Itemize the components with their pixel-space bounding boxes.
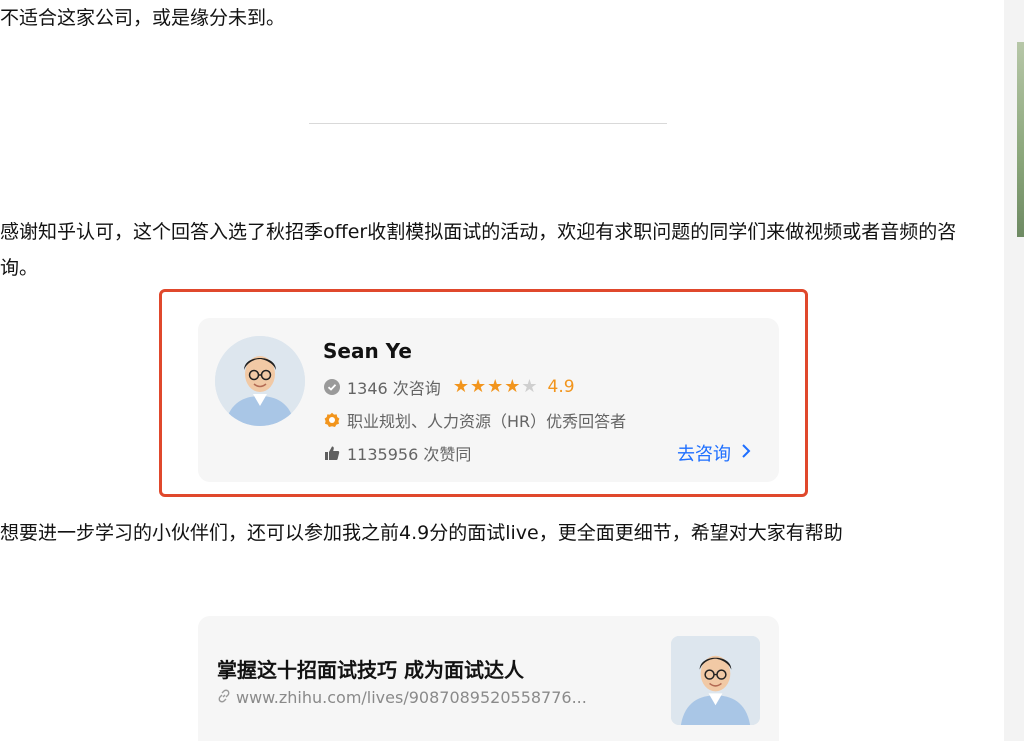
avatar[interactable] [215,336,305,426]
badge-icon [323,411,341,429]
live-link-card[interactable]: 掌握这十招面试技巧 成为面试达人 www.zhihu.com/lives/908… [198,616,779,741]
consultant-name[interactable]: Sean Ye [323,339,412,363]
star-icon: ★ [487,376,504,397]
live-title[interactable]: 掌握这十招面试技巧 成为面试达人 [217,654,524,683]
likes-count: 1135956 次赞同 [347,445,472,464]
rating-stars: ★ ★ ★ ★ ★ [453,378,538,396]
thumbs-up-icon [323,444,341,462]
side-image-strip [1017,42,1024,237]
live-url[interactable]: www.zhihu.com/lives/9087089520558776... [217,688,587,707]
consult-card[interactable]: Sean Ye 1346 次咨询 ★ ★ ★ ★ ★ 4.9 职业规划、人力资源… [198,318,779,482]
star-icon: ★ [521,376,538,397]
expertise-row: 职业规划、人力资源（HR）优秀回答者 [323,408,626,432]
link-icon [217,688,231,707]
check-circle-icon [323,378,341,396]
chevron-right-icon[interactable] [741,443,751,464]
consult-button[interactable]: 去咨询 [677,440,751,466]
paragraph-thanks: 感谢知乎认可，这个回答入选了秋招季offer收割模拟面试的活动，欢迎有求职问题的… [0,221,957,279]
rating-score: 4.9 [547,377,575,397]
live-thumbnail[interactable] [671,636,760,725]
likes-row: 1135956 次赞同 [323,441,471,465]
consult-button-label[interactable]: 去咨询 [677,440,731,466]
consult-stats-row: 1346 次咨询 ★ ★ ★ ★ ★ 4.9 [323,375,575,399]
section-divider [309,123,667,124]
paragraph-intro: 不适合这家公司，或是缘分未到。 [0,7,286,29]
star-icon: ★ [469,376,487,397]
expertise-label: 职业规划、人力资源（HR）优秀回答者 [347,412,627,431]
paragraph-more: 想要进一步学习的小伙伴们，还可以参加我之前4.9分的面试live，更全面更细节，… [0,522,843,544]
live-url-text[interactable]: www.zhihu.com/lives/9087089520558776... [236,688,587,707]
consult-count: 1346 次咨询 [347,379,441,398]
star-icon: ★ [452,376,469,397]
star-icon: ★ [504,376,521,397]
